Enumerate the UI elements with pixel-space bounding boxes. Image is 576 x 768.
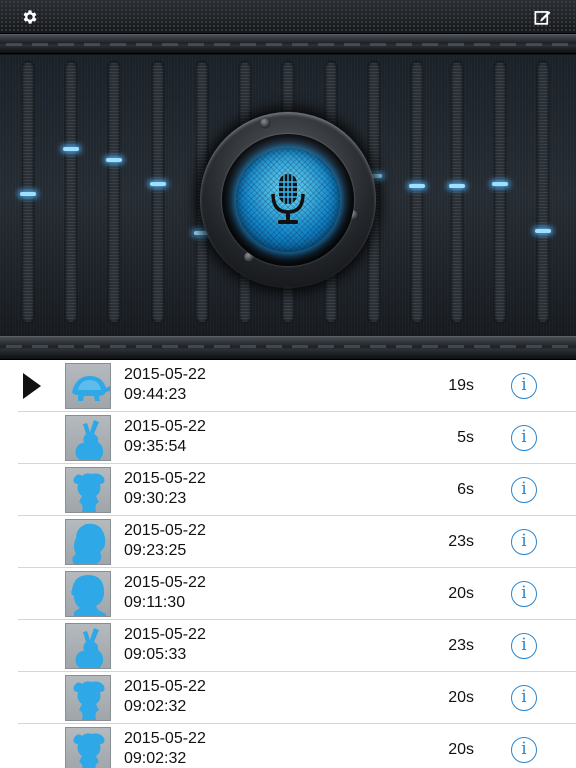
recording-row[interactable]: 2015-05-22 09:35:54 5s i [0,412,576,464]
info-icon: i [521,739,527,759]
record-button-bezel [200,112,376,288]
recording-row[interactable]: 2015-05-22 09:02:32 20s i [0,724,576,768]
info-button[interactable]: i [511,477,537,503]
recording-duration: 23s [448,637,474,654]
info-button[interactable]: i [511,633,537,659]
equalizer-track [492,61,508,323]
equalizer-level-marker [20,192,36,196]
info-button[interactable]: i [511,581,537,607]
voice-avatar [65,363,111,409]
equalizer-track [449,61,465,323]
recording-row[interactable]: 2015-05-22 09:23:25 23s i [0,516,576,568]
recording-duration: 20s [448,585,474,602]
recording-row[interactable]: 2015-05-22 09:44:23 19s i [0,360,576,412]
toolbar [0,0,576,34]
info-icon: i [521,427,527,447]
recording-time: 09:23:25 [124,542,187,559]
recording-duration: 20s [448,741,474,758]
recording-row[interactable]: 2015-05-22 09:02:32 20s i [0,672,576,724]
voice-avatar [65,727,111,768]
voice-avatar [65,519,111,565]
equalizer-track [106,61,122,323]
info-button[interactable]: i [511,425,537,451]
info-button[interactable]: i [511,529,537,555]
recording-duration: 6s [457,481,474,498]
girl-icon [73,681,105,720]
info-button[interactable]: i [511,685,537,711]
info-icon: i [521,531,527,551]
recording-duration: 5s [457,429,474,446]
info-button[interactable]: i [511,737,537,763]
record-button[interactable] [236,148,340,252]
info-icon: i [521,635,527,655]
equalizer-level-marker [63,147,79,151]
screw [260,118,270,128]
equalizer-track [20,61,36,323]
recording-row[interactable]: 2015-05-22 09:30:23 6s i [0,464,576,516]
recording-time: 09:11:30 [124,594,186,611]
play-icon[interactable] [22,373,42,399]
edit-icon [534,10,550,25]
woman-icon [72,523,106,564]
equalizer-level-marker [449,184,465,188]
recording-date: 2015-05-22 [124,522,206,539]
edit-button[interactable] [531,6,553,28]
rabbit-icon [75,420,104,460]
equalizer-track [535,61,551,323]
equalizer-level-marker [535,229,551,233]
equalizer-level-marker [150,182,166,186]
info-icon: i [521,375,527,395]
equalizer-track [63,61,79,323]
microphone-icon [271,174,305,224]
record-button-housing [222,134,354,266]
boy-icon [71,575,106,616]
equalizer-level-marker [106,158,122,162]
recording-time: 09:44:23 [124,386,187,403]
info-button[interactable]: i [511,373,537,399]
recording-date: 2015-05-22 [124,574,206,591]
info-icon: i [521,479,527,499]
bottom-rail [0,336,576,360]
recording-time: 09:05:33 [124,646,187,663]
recording-time: 09:02:32 [124,698,187,715]
recording-time: 09:35:54 [124,438,187,455]
settings-button[interactable] [19,6,41,28]
recorder-panel [0,0,576,360]
girl-icon [73,473,105,512]
equalizer-level-marker [409,184,425,188]
voice-avatar [65,415,111,461]
rabbit-icon [75,628,104,668]
voice-avatar [65,675,111,721]
equalizer-level-marker [492,182,508,186]
recording-row[interactable]: 2015-05-22 09:11:30 20s i [0,568,576,620]
top-rail [0,34,576,54]
recording-date: 2015-05-22 [124,730,206,747]
recording-duration: 19s [448,377,474,394]
info-icon: i [521,687,527,707]
recording-date: 2015-05-22 [124,418,206,435]
recording-duration: 23s [448,533,474,550]
voice-avatar [65,467,111,513]
recording-date: 2015-05-22 [124,678,206,695]
info-icon: i [521,583,527,603]
recording-time: 09:30:23 [124,490,187,507]
recording-date: 2015-05-22 [124,366,206,383]
recording-time: 09:02:32 [124,750,187,767]
equalizer-track [409,61,425,323]
recording-row[interactable]: 2015-05-22 09:05:33 23s i [0,620,576,672]
girl-icon [73,733,105,768]
turtle-icon [72,376,110,401]
gear-icon [23,10,37,24]
voice-avatar [65,571,111,617]
recording-duration: 20s [448,689,474,706]
equalizer-track [150,61,166,323]
recording-date: 2015-05-22 [124,626,206,643]
voice-avatar [65,623,111,669]
recording-date: 2015-05-22 [124,470,206,487]
recordings-list: 2015-05-22 09:44:23 19s i 2015-05-22 09:35:54… [0,360,576,768]
